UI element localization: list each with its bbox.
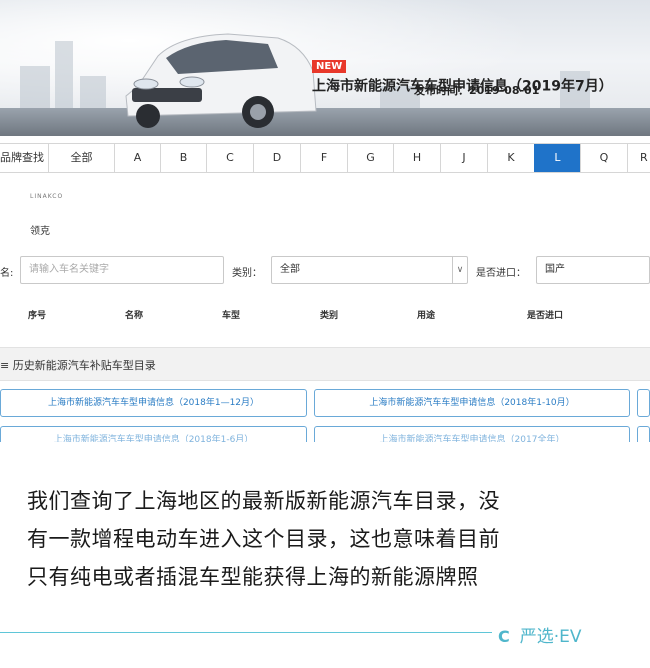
history-link-2018-full[interactable]: 上海市新能源汽车车型申请信息（2018年1—12月） (0, 389, 307, 417)
brand-tab-a[interactable]: A (114, 144, 160, 172)
col-header: 名称 (125, 311, 144, 321)
brand-name-link[interactable]: 领克 (30, 222, 50, 237)
new-badge: NEW (312, 60, 347, 73)
logo-text: 严选·EV (519, 627, 582, 647)
brand-tab-b[interactable]: B (160, 144, 206, 172)
history-link-2018-oct[interactable]: 上海市新能源汽车车型申请信息（2018年1-10月） (314, 389, 630, 417)
brand-tab-q[interactable]: Q (580, 144, 627, 172)
category-value: 全部 (280, 264, 300, 275)
brand-tab-l[interactable]: L (534, 144, 580, 172)
col-header: 用途 (417, 311, 436, 321)
history-title: ≡ 历史新能源汽车补贴车型目录 (0, 359, 156, 372)
name-label: 名: (0, 268, 14, 279)
car-image (125, 33, 317, 128)
import-select[interactable]: 国产 (536, 256, 650, 284)
car-name-input[interactable]: 请输入车名关键字 (20, 256, 224, 284)
col-header: 是否进口 (527, 311, 564, 321)
history-link-2017[interactable]: 上海市新能源汽车车型申请信息（2017全年） (314, 426, 630, 442)
history-link-partial[interactable] (637, 389, 650, 417)
brand-tab-f[interactable]: F (300, 144, 347, 172)
brand-filter-label: 品牌查找 (0, 151, 44, 164)
brand-tab-g[interactable]: G (347, 144, 393, 172)
brand-tab-r[interactable]: R (627, 144, 650, 172)
brand-tab-c[interactable]: C (206, 144, 253, 172)
brand-tab-k[interactable]: K (487, 144, 534, 172)
article-caption: 我们查询了上海地区的最新版新能源汽车目录，没 有一款增程电动车进入这个目录，这也… (27, 482, 627, 596)
caption-line: 我们查询了上海地区的最新版新能源汽车目录，没 (27, 489, 500, 513)
col-header: 序号 (28, 311, 47, 321)
search-filters: 名: 请输入车名关键字 类别： 全部 ∨ 是否进口： 国产 (0, 256, 650, 286)
footer-logo: C 严选·EV (498, 622, 582, 647)
history-link-2018-jun[interactable]: 上海市新能源汽车车型申请信息（2018年1-6月） (0, 426, 307, 442)
table-header: 序号 名称 车型 类别 用途 是否进口 (0, 308, 650, 324)
brand-tab-h[interactable]: H (393, 144, 440, 172)
banner: NEW 上海市新能源汽车车型申请信息（2019年7月） 发布时间：2019-08… (0, 0, 650, 136)
import-label: 是否进口： (476, 268, 526, 279)
col-header: 车型 (222, 311, 241, 321)
logo-mark-icon: C (498, 627, 510, 646)
brand-letter-filter: 品牌查找 全部 A B C D F G H J K L Q R (0, 143, 650, 173)
footer-divider (0, 632, 492, 633)
col-header: 类别 (320, 311, 339, 321)
brand-tab-j[interactable]: J (440, 144, 487, 172)
brand-tab-all[interactable]: 全部 (48, 144, 114, 172)
brand-logo[interactable]: LINAKCO (30, 193, 63, 200)
history-section-header: ≡ 历史新能源汽车补贴车型目录 (0, 347, 650, 381)
chevron-down-icon[interactable]: ∨ (452, 257, 467, 283)
category-label: 类别： (232, 268, 262, 279)
caption-line: 有一款增程电动车进入这个目录，这也意味着目前 (27, 527, 500, 551)
caption-line: 只有纯电或者插混车型能获得上海的新能源牌照 (27, 565, 479, 589)
history-link-partial-2[interactable] (637, 426, 650, 442)
publish-date: 发布时间：2019-08-01 (414, 84, 540, 97)
brand-tab-d[interactable]: D (253, 144, 300, 172)
category-select[interactable]: 全部 ∨ (271, 256, 468, 284)
